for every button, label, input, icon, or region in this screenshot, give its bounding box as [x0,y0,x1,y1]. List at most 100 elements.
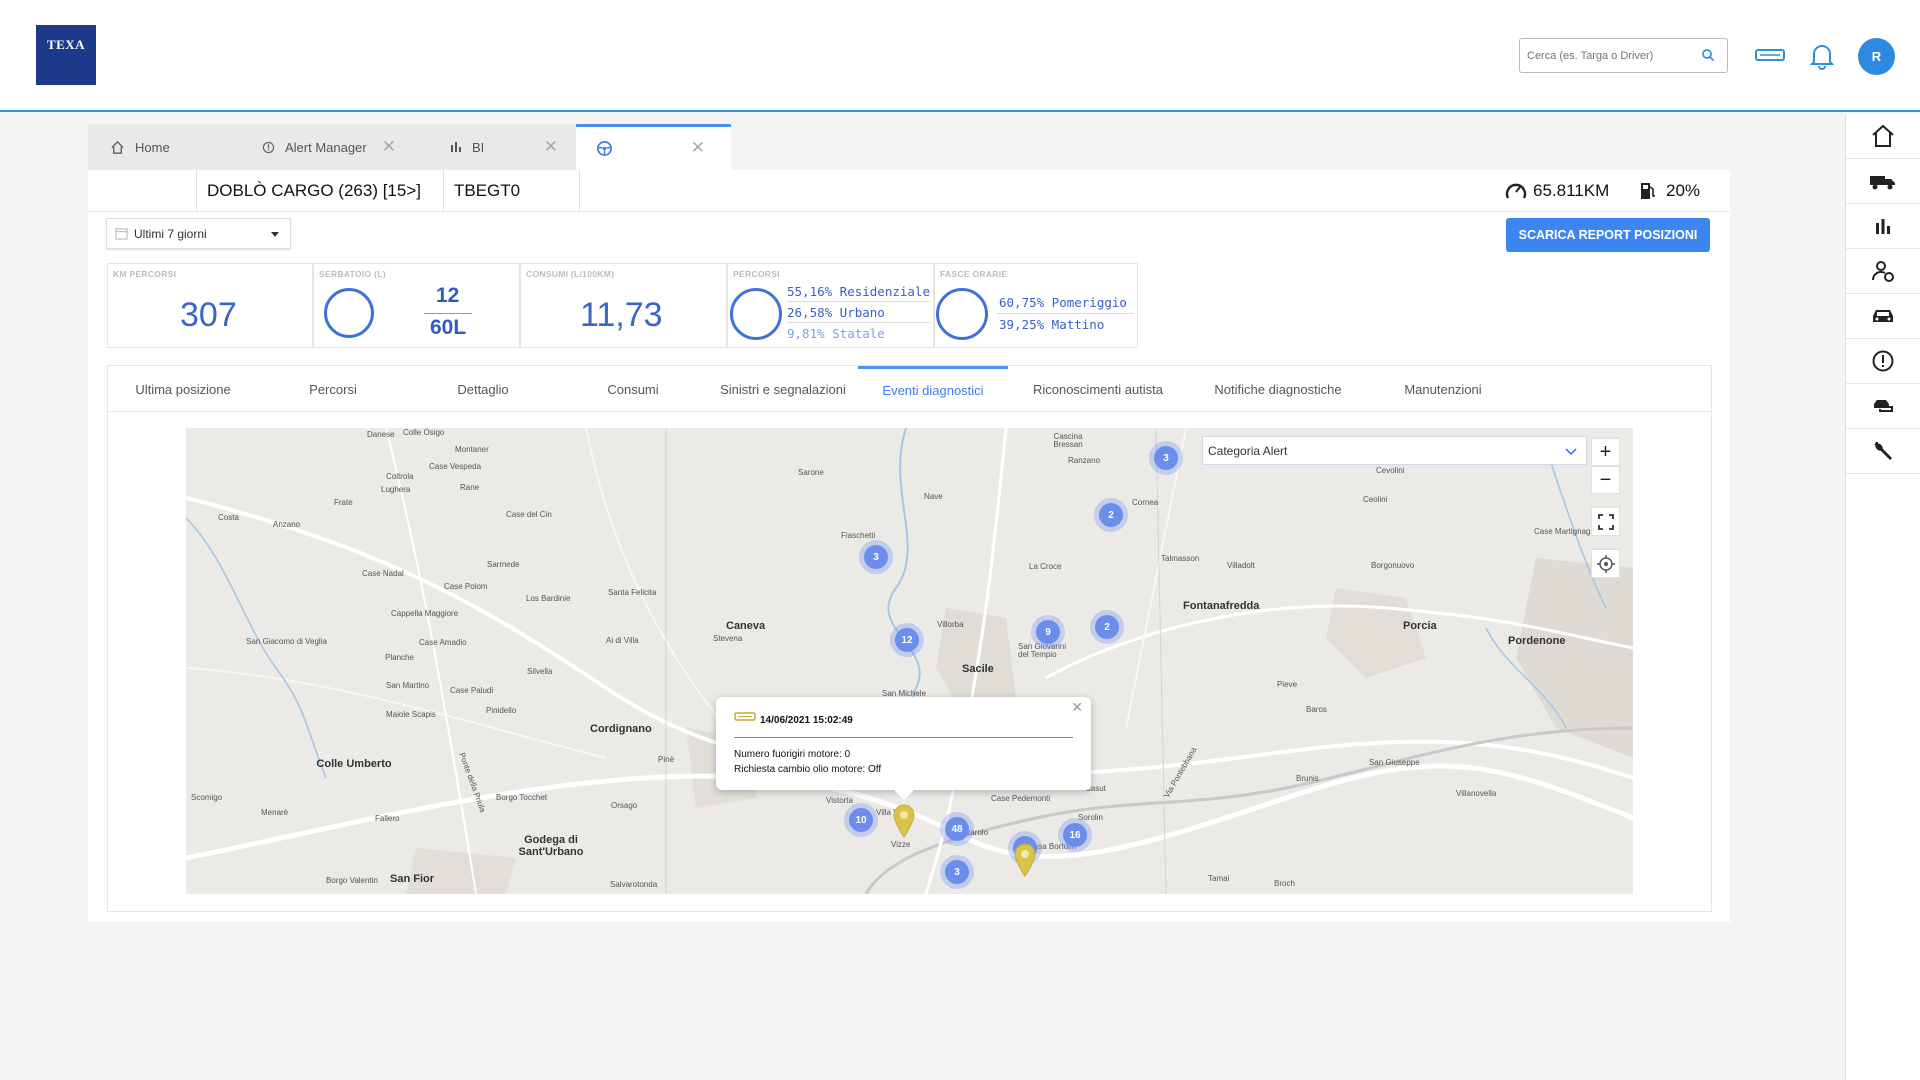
event-cluster[interactable]: 48 [940,812,974,846]
kpi-value: 11,73 [580,296,663,334]
map-label: Case Martignagh [1534,527,1595,536]
tab-bi[interactable]: BI ✕ [450,124,576,170]
map-label: Baros [1306,705,1327,714]
map-label: Ai di Villa [606,636,639,645]
alert-category-placeholder: Categoria Alert [1208,443,1288,458]
close-icon[interactable]: ✕ [691,139,705,156]
event-cluster[interactable]: 2 [1094,498,1128,532]
vehicle-plate: TBEGT0 [454,181,521,200]
sidebar-item-transfer[interactable] [1846,384,1920,429]
map-label: Cevolini [1376,466,1405,475]
chevron-down-icon [271,232,279,237]
texa-logo[interactable]: TEXA [36,25,96,85]
map-label: Salvarotonda [610,880,658,889]
map-label: Broch [1274,879,1295,888]
tab-home[interactable]: Home [110,124,260,170]
map-label: Cappella Maggiore [391,609,459,618]
map-label-town: Colle Umberto [316,758,392,770]
tab-diagnostic-notifications[interactable]: Notifiche diagnostiche [1188,366,1368,412]
cluster-count: 9 [1036,620,1060,644]
tab-alert-manager[interactable]: Alert Manager ✕ [262,124,404,170]
device-icon[interactable] [1755,47,1785,65]
event-pin-icon[interactable] [1013,843,1037,877]
map-label-town: Pordenone [1508,635,1566,647]
map-label: Costa [218,513,239,522]
tab-routes[interactable]: Percorsi [258,366,408,412]
vehicle-transfer-icon [1874,400,1893,412]
event-cluster[interactable]: 3 [940,855,974,889]
event-cluster[interactable]: 2 [1090,610,1124,644]
map-label: Case Vespeda [429,462,482,471]
cluster-count: 3 [1154,446,1178,470]
hours-afternoon: 60,75% Pomeriggio [999,295,1127,310]
event-cluster[interactable]: 9 [1031,615,1065,649]
map-label: Planche [385,653,414,662]
locate-button[interactable] [1591,549,1620,578]
cluster-count: 10 [849,808,873,832]
map-label-town: Cordignano [590,723,652,735]
tab-maintenance[interactable]: Manutenzioni [1368,366,1518,412]
chevron-down-icon [1565,448,1577,456]
event-cluster[interactable]: 10 [844,803,878,837]
fullscreen-button[interactable] [1591,507,1620,536]
event-cluster[interactable]: 3 [1149,441,1183,475]
close-icon[interactable]: ✕ [544,138,558,155]
search-icon[interactable] [1701,48,1715,62]
event-pin-icon[interactable] [892,804,916,838]
user-avatar[interactable]: R [1858,38,1895,75]
sidebar-item-maintenance[interactable] [1846,429,1920,474]
sidebar-item-bi[interactable] [1846,204,1920,249]
search-box[interactable] [1519,38,1728,73]
sidebar-item-home[interactable] [1846,114,1920,159]
device-icon [734,712,756,721]
zoom-out-button[interactable]: − [1591,466,1620,494]
tab-alert-manager-label: Alert Manager [285,139,367,155]
cluster-count: 3 [945,860,969,884]
zoom-in-button[interactable]: + [1591,438,1620,466]
close-icon[interactable]: ✕ [382,138,396,155]
bell-icon[interactable] [1810,42,1834,70]
map-label: Case Polom [444,582,488,591]
kpi-tank: SERBATOIO (L) 12 60L [313,263,520,348]
tab-driver-recognition[interactable]: Riconoscimenti autista [1008,366,1188,412]
alert-category-select[interactable]: Categoria Alert [1202,436,1587,465]
kpi-title: PERCORSI [733,269,780,279]
map-label: Colle Osigo [403,428,445,437]
routes-gauge [730,288,782,340]
tab-diagnostic-events[interactable]: Eventi diagnostici [858,366,1008,412]
event-cluster[interactable]: 12 [890,623,924,657]
search-input[interactable] [1520,49,1690,62]
close-icon[interactable]: ✕ [1071,699,1083,716]
map-label: Villorba [937,620,964,629]
tab-detail[interactable]: Dettaglio [408,366,558,412]
event-cluster[interactable]: 3 [859,540,893,574]
map-label: Case Amadio [419,638,467,647]
kpi-title: FASCE ORARIE [940,269,1008,279]
bar-chart-icon [451,142,461,152]
sidebar-item-drivers[interactable] [1846,249,1920,294]
tab-accidents[interactable]: Sinistri e segnalazioni [708,366,858,412]
map-label: Case Paludi [450,686,494,695]
fraction-line [424,313,472,314]
event-cluster[interactable]: 16 [1058,818,1092,852]
map-label: Orsago [611,801,638,810]
sidebar-item-alerts[interactable] [1846,339,1920,384]
map-label-town: Caneva [726,620,766,632]
map-label: Villadolt [1227,561,1255,570]
map-canvas[interactable]: Danese Colle Osigo Montaner Case Vespeda… [186,428,1633,894]
tab-consumption[interactable]: Consumi [558,366,708,412]
divider [196,170,197,212]
map-label: Tamai [1208,874,1230,883]
sidebar-item-fleet[interactable] [1846,159,1920,204]
map-label-town: Fontanafredda [1183,600,1260,612]
sidebar-item-vehicles[interactable] [1846,294,1920,339]
cluster-count: 12 [895,628,919,652]
driver-icon [1871,261,1894,282]
tab-vehicle-detail[interactable]: ✕ [576,124,731,170]
tab-last-position[interactable]: Ultima posizione [108,366,258,412]
period-select[interactable]: Ultimi 7 giorni [106,218,291,249]
download-report-button[interactable]: SCARICA REPORT POSIZIONI [1506,218,1710,252]
kpi-title: KM PERCORSI [113,269,177,279]
map-label: Borgo Tocchet [496,793,547,802]
home-icon [111,140,124,154]
